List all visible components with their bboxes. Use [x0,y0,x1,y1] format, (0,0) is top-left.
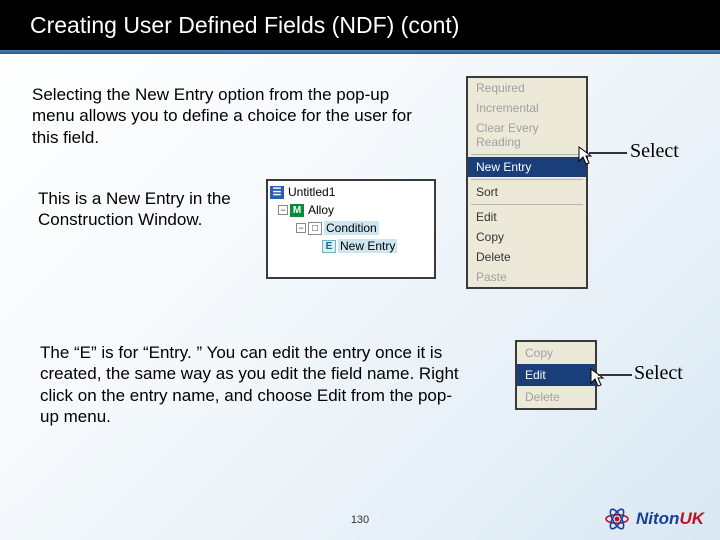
paragraph-2: This is a New Entry in the Construction … [38,188,248,231]
menu-item-edit-2[interactable]: Edit [517,364,595,386]
brand-suffix: UK [679,509,704,528]
tree-label-alloy: Alloy [306,203,336,217]
field-icon: □ [308,222,322,235]
collapse-icon[interactable]: − [278,205,288,215]
tree-row-new-entry[interactable]: E New Entry [270,237,432,255]
document-icon: ☰ [270,186,284,199]
atom-icon [604,506,630,532]
slide-header: Creating User Defined Fields (NDF) (cont… [0,0,720,50]
brand-logo: NitonUK [604,506,704,532]
paragraph-1: Selecting the New Entry option from the … [32,84,432,148]
menu-separator [471,179,583,180]
menu-separator [471,204,583,205]
menu-item-edit[interactable]: Edit [468,207,586,227]
callout-connector [598,374,632,376]
tree-label-new-entry: New Entry [338,239,397,253]
collapse-icon[interactable]: − [296,223,306,233]
menu-separator [471,154,583,155]
menu-item-delete-2[interactable]: Delete [517,386,595,408]
tree-label-root: Untitled1 [286,185,337,199]
context-menu-1: Required Incremental Clear Every Reading… [466,76,588,289]
tree-label-condition: Condition [324,221,379,235]
tree-row-condition[interactable]: − □ Condition [270,219,432,237]
tree-row-root[interactable]: ☰ Untitled1 [270,183,432,201]
brand-text: NitonUK [636,509,704,529]
entry-icon: E [322,240,336,253]
callout-label-select-2: Select [634,362,683,385]
brand-name: Niton [636,509,679,528]
menu-item-incremental[interactable]: Incremental [468,98,586,118]
slide-title: Creating User Defined Fields (NDF) (cont… [30,12,459,39]
slide-content: Selecting the New Entry option from the … [0,54,720,84]
menu-item-paste[interactable]: Paste [468,267,586,287]
paragraph-3: The “E” is for “Entry. ” You can edit th… [40,342,470,427]
callout-label-select-1: Select [630,140,679,163]
menu-item-clear-every-reading[interactable]: Clear Every Reading [468,118,586,152]
menu-item-delete[interactable]: Delete [468,247,586,267]
menu-item-copy-2[interactable]: Copy [517,342,595,364]
menu-item-sort[interactable]: Sort [468,182,586,202]
menu-item-copy[interactable]: Copy [468,227,586,247]
m-icon: M [290,204,304,217]
context-menu-2: Copy Edit Delete [515,340,597,410]
tree-row-alloy[interactable]: − M Alloy [270,201,432,219]
construction-tree: ☰ Untitled1 − M Alloy − □ Condition E Ne… [266,179,436,279]
menu-item-new-entry[interactable]: New Entry [468,157,586,177]
callout-connector [589,152,627,154]
menu-item-required[interactable]: Required [468,78,586,98]
